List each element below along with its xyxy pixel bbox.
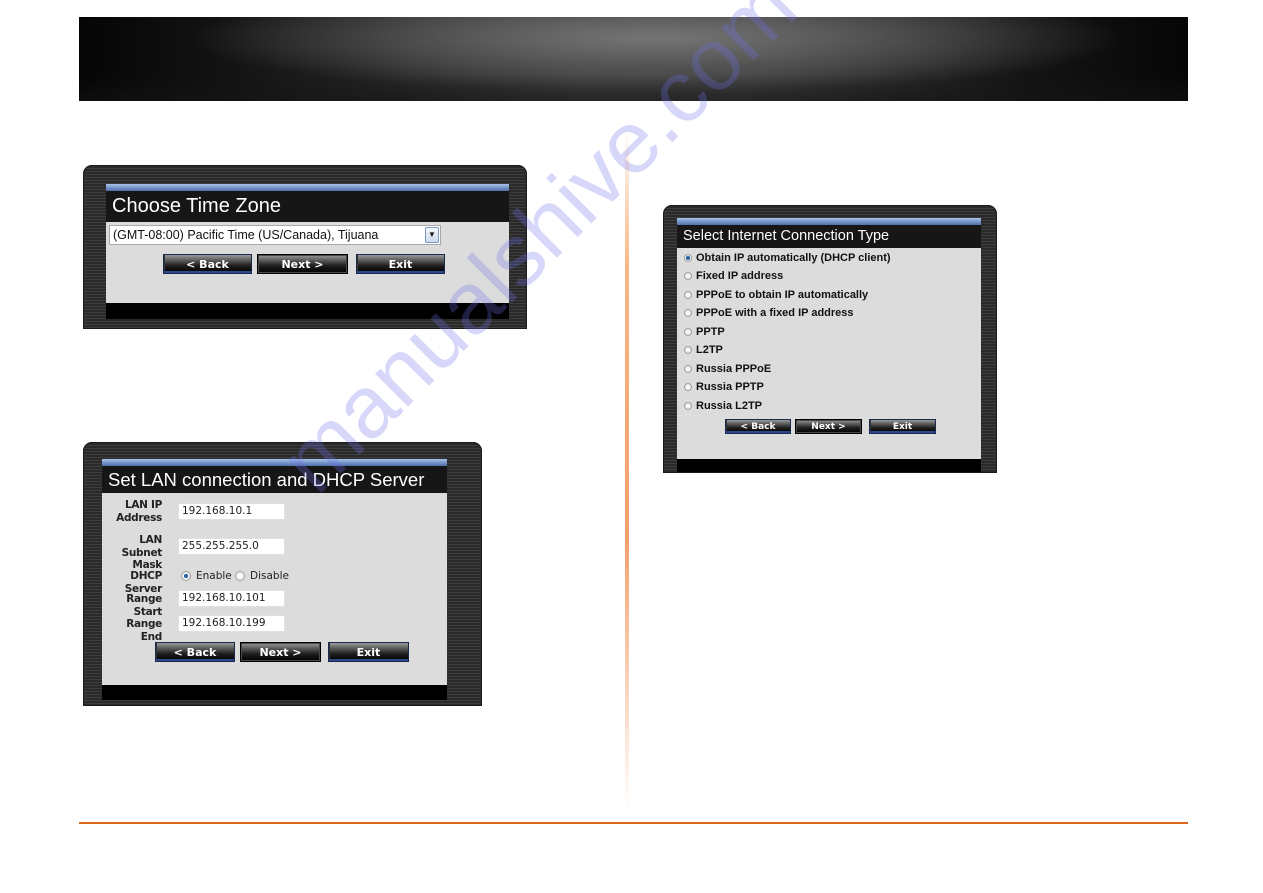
connection-type-radio[interactable] <box>684 309 692 317</box>
connection-type-radio[interactable] <box>684 383 692 391</box>
next-button[interactable]: Next > <box>795 419 862 434</box>
internet-connection-panel-title: Select Internet Connection Type <box>677 225 981 248</box>
connection-type-label: Obtain IP automatically (DHCP client) <box>696 251 891 264</box>
exit-button[interactable]: Exit <box>356 254 445 274</box>
connection-type-option[interactable]: PPPoE with a fixed IP address <box>684 306 854 321</box>
connection-type-label: Fixed IP address <box>696 270 784 282</box>
lan-ip-label: LAN IP Address <box>116 499 162 524</box>
timezone-select[interactable]: (GMT-08:00) Pacific Time (US/Canada), Ti… <box>109 225 441 245</box>
timezone-panel-title: Choose Time Zone <box>106 191 509 222</box>
connection-type-radio[interactable] <box>684 253 692 262</box>
connection-type-radio[interactable] <box>684 364 692 373</box>
lan-dhcp-panel-window: Set LAN connection and DHCP Server LAN I… <box>102 459 447 700</box>
column-divider <box>625 130 629 810</box>
exit-button[interactable]: Exit <box>869 419 936 434</box>
dhcp-enable-radio[interactable] <box>181 571 191 581</box>
connection-type-option[interactable]: Russia PPTP <box>684 380 764 395</box>
lan-ip-label-line1: LAN IP <box>124 499 162 511</box>
connection-type-option[interactable]: PPPoE to obtain IP automatically <box>684 287 868 302</box>
connection-type-radio[interactable] <box>684 272 692 280</box>
next-button[interactable]: Next > <box>240 642 321 662</box>
dhcp-disable-label: Disable <box>250 570 289 582</box>
connection-type-label: PPTP <box>696 325 725 338</box>
exit-button[interactable]: Exit <box>328 642 409 662</box>
subnet-mask-input[interactable]: 255.255.255.0 <box>178 538 285 555</box>
connection-type-option[interactable]: Russia PPPoE <box>684 361 771 376</box>
connection-type-radio[interactable] <box>684 346 692 354</box>
dhcp-disable-radio[interactable] <box>235 571 245 581</box>
connection-type-option[interactable]: PPTP <box>684 324 725 339</box>
timezone-panel: Choose Time Zone (GMT-08:00) Pacific Tim… <box>83 165 527 329</box>
lan-dhcp-panel: Set LAN connection and DHCP Server LAN I… <box>83 442 482 706</box>
range-start-input[interactable]: 192.168.10.101 <box>178 590 285 607</box>
connection-type-label: L2TP <box>696 344 723 356</box>
timezone-panel-content: (GMT-08:00) Pacific Time (US/Canada), Ti… <box>106 222 509 303</box>
footer-rule <box>79 822 1188 824</box>
connection-type-label: Russia L2TP <box>696 399 763 412</box>
connection-type-radio[interactable] <box>684 290 692 299</box>
connection-type-radio[interactable] <box>684 327 692 336</box>
connection-type-label: PPPoE with a fixed IP address <box>696 307 854 319</box>
timezone-select-value: (GMT-08:00) Pacific Time (US/Canada), Ti… <box>113 228 379 242</box>
connection-type-option[interactable]: Fixed IP address <box>684 269 783 284</box>
header-banner <box>79 17 1188 101</box>
internet-connection-panel-window: Select Internet Connection Type Russia L… <box>677 218 981 472</box>
lan-ip-input[interactable]: 192.168.10.1 <box>178 503 285 520</box>
range-start-label: Range Start <box>126 593 162 618</box>
dhcp-server-label: DHCP Server <box>124 570 163 595</box>
connection-type-option[interactable]: Obtain IP automatically (DHCP client) <box>684 250 891 265</box>
internet-connection-panel-content: Russia L2TP Russia PPTP Russia PPPoE L2TP PP… <box>677 248 981 459</box>
lan-dhcp-panel-content: LAN IP Address 192.168.10.1 LAN Subnet M… <box>102 493 447 685</box>
back-button[interactable]: < Back <box>155 642 235 662</box>
connection-type-option[interactable]: Russia L2TP <box>684 398 762 413</box>
range-end-label: Range End <box>126 618 162 643</box>
timezone-panel-window: Choose Time Zone (GMT-08:00) Pacific Tim… <box>106 184 509 319</box>
back-button[interactable]: < Back <box>163 254 252 274</box>
back-button[interactable]: < Back <box>725 419 791 434</box>
connection-type-radio[interactable] <box>684 401 692 410</box>
title-accent-bar <box>106 184 509 191</box>
next-button[interactable]: Next > <box>257 254 348 274</box>
lan-ip-label-line2: Address <box>116 511 162 524</box>
connection-type-label: PPPoE to obtain IP automatically <box>696 288 869 301</box>
range-end-input[interactable]: 192.168.10.199 <box>178 615 285 632</box>
connection-type-label: Russia PPPoE <box>696 362 772 375</box>
lan-dhcp-panel-title: Set LAN connection and DHCP Server <box>102 466 447 493</box>
subnet-mask-label: LAN Subnet Mask <box>102 534 163 572</box>
dhcp-enable-label: Enable <box>196 570 232 582</box>
internet-connection-panel: Select Internet Connection Type Russia L… <box>663 205 997 473</box>
title-accent-bar <box>102 459 447 466</box>
chevron-down-icon[interactable]: ▼ <box>425 227 439 243</box>
title-accent-bar <box>677 218 981 225</box>
connection-type-label: Russia PPTP <box>696 381 764 393</box>
subnet-mask-label-line1: LAN Subnet <box>121 534 163 559</box>
connection-type-option[interactable]: L2TP <box>684 343 723 358</box>
